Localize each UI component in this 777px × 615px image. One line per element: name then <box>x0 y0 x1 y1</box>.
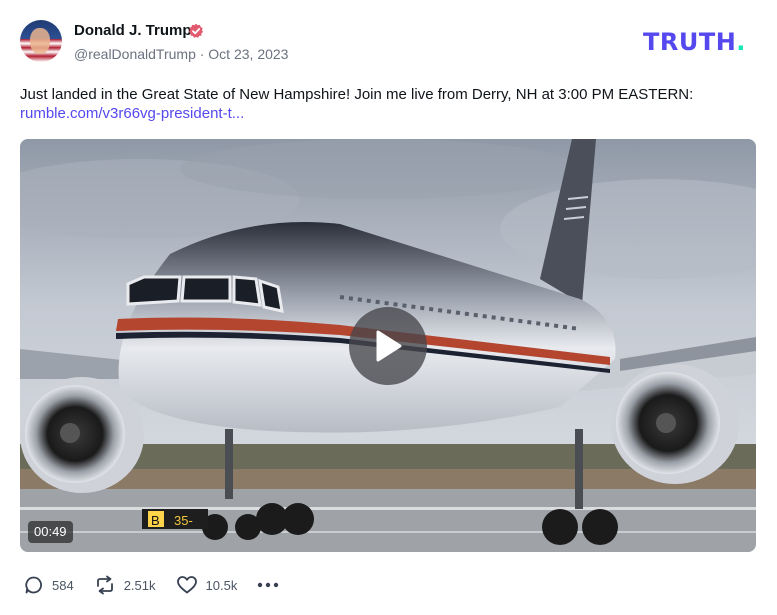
verified-badge-icon <box>189 23 203 38</box>
post-link[interactable]: rumble.com/v3r66vg-president-t... <box>20 103 244 125</box>
retruth-button[interactable]: 2.51k <box>94 575 156 595</box>
svg-text:35-: 35- <box>174 513 193 528</box>
like-button[interactable]: 10.5k <box>176 575 238 595</box>
action-bar: 584 2.51k 10.5k <box>24 572 279 598</box>
video-player[interactable]: B 35- 00:49 <box>20 139 756 552</box>
display-name[interactable]: Donald J. Trump <box>74 22 192 39</box>
play-icon <box>376 330 402 362</box>
handle-and-date[interactable]: @realDonaldTrump · Oct 23, 2023 <box>74 46 288 62</box>
more-button[interactable] <box>257 581 279 589</box>
reply-count: 584 <box>52 577 74 593</box>
retruth-count: 2.51k <box>123 577 156 593</box>
retruth-icon <box>96 575 113 595</box>
svg-text:B: B <box>151 513 160 528</box>
avatar[interactable] <box>20 20 62 62</box>
heart-icon <box>176 576 197 594</box>
like-count: 10.5k <box>205 577 238 593</box>
play-button[interactable] <box>349 307 427 385</box>
avatar-face <box>30 28 50 54</box>
logo-dot: . <box>736 28 746 56</box>
more-icon <box>258 582 279 588</box>
logo-text: TRUTH <box>643 28 737 56</box>
truth-logo[interactable]: TRUTH. <box>643 28 746 56</box>
truth-post: Donald J. Trump @realDonaldTrump · Oct 2… <box>0 0 777 615</box>
reply-button[interactable]: 584 <box>24 575 74 595</box>
comment-icon <box>25 576 42 594</box>
video-duration: 00:49 <box>28 521 73 543</box>
